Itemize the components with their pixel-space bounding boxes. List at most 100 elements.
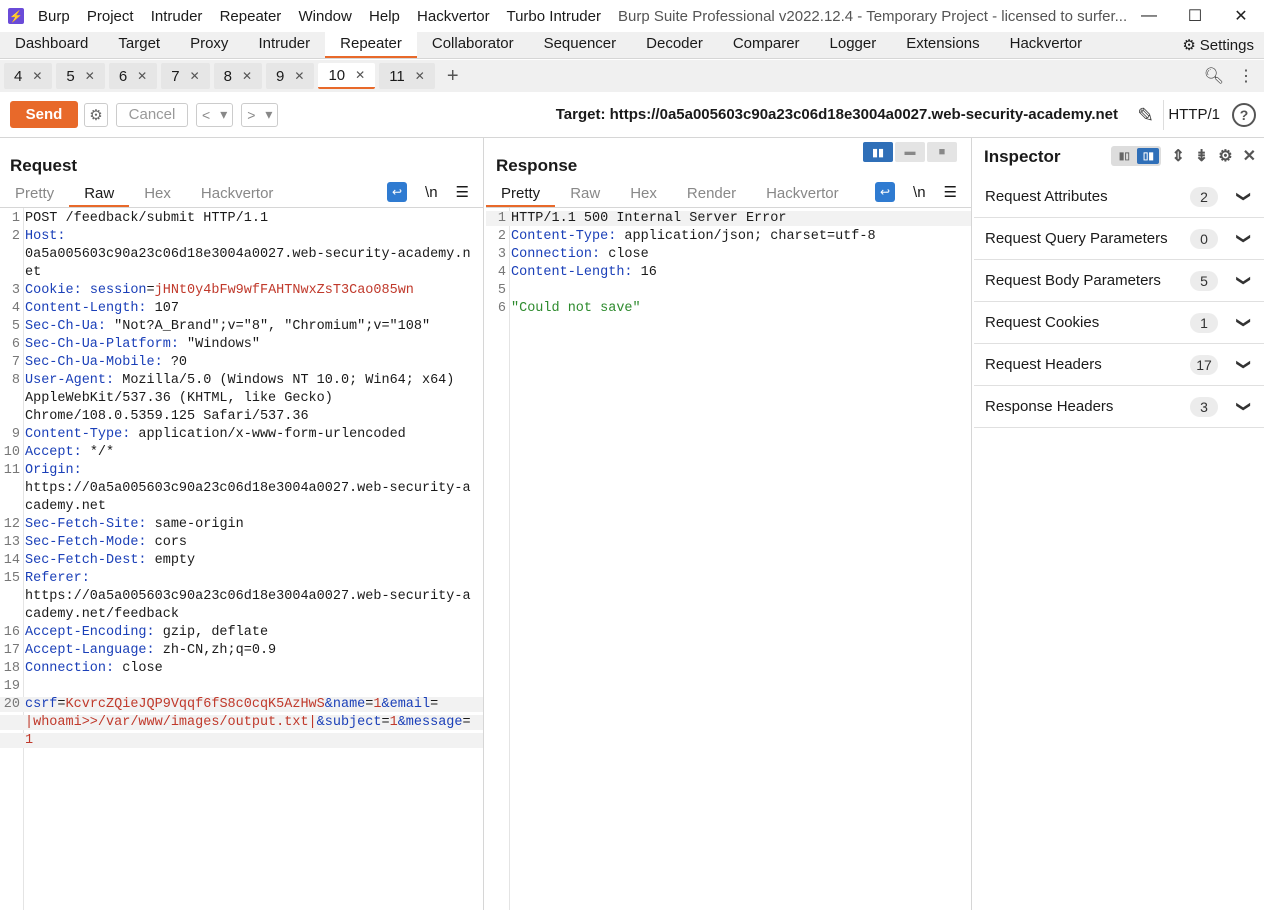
- cancel-button[interactable]: Cancel: [116, 102, 188, 127]
- back-arrow-icon[interactable]: <: [197, 107, 215, 123]
- close-inspector-icon[interactable]: ✕: [1243, 146, 1256, 166]
- tab-hackvertor[interactable]: Hackvertor: [995, 31, 1098, 58]
- request-tab-hex[interactable]: Hex: [129, 182, 186, 207]
- maximize-icon[interactable]: ☐: [1172, 0, 1218, 32]
- menu-hackvertor[interactable]: Hackvertor: [417, 8, 490, 25]
- repeater-tab-11[interactable]: 11 ✕: [379, 63, 435, 89]
- response-tab-pretty[interactable]: Pretty: [486, 182, 556, 207]
- settings-button[interactable]: ⚙ Settings: [1182, 32, 1254, 59]
- close-tab-icon[interactable]: ✕: [137, 69, 147, 83]
- history-forward-control[interactable]: > ▾: [241, 102, 279, 127]
- menu-help[interactable]: Help: [369, 8, 400, 25]
- header-value: same-origin: [146, 517, 244, 532]
- close-tab-icon[interactable]: ✕: [355, 68, 365, 82]
- chevron-down-icon[interactable]: ❯: [1236, 275, 1253, 287]
- menu-project[interactable]: Project: [87, 8, 134, 25]
- tab-target[interactable]: Target: [103, 31, 175, 58]
- menu-burp[interactable]: Burp: [38, 8, 70, 25]
- response-editor[interactable]: 1 HTTP/1.1 500 Internal Server Error 2 Con…: [486, 208, 971, 910]
- tab-proxy[interactable]: Proxy: [175, 31, 243, 58]
- inspector-row-request-attributes[interactable]: Request Attributes 2 ❯: [974, 176, 1264, 218]
- response-tab-hackvertor[interactable]: Hackvertor: [751, 182, 854, 207]
- help-icon[interactable]: ?: [1232, 103, 1256, 127]
- tab-sequencer[interactable]: Sequencer: [529, 31, 632, 58]
- menu-turbo-intruder[interactable]: Turbo Intruder: [506, 8, 601, 25]
- repeater-tab-4[interactable]: 4 ✕: [4, 63, 53, 89]
- history-back-control[interactable]: < ▾: [196, 102, 234, 127]
- repeater-tab-label: 5: [66, 67, 75, 85]
- search-icon[interactable]: 🔍︎: [1204, 66, 1224, 86]
- layout-stacked-icon[interactable]: ▬: [895, 142, 925, 162]
- request-tab-hackvertor[interactable]: Hackvertor: [186, 182, 289, 207]
- request-pane: Request Pretty Raw Hex Hackvertor ↩ \n ☰…: [0, 138, 484, 910]
- tab-repeater[interactable]: Repeater: [325, 31, 417, 58]
- inspector-row-response-headers[interactable]: Response Headers 3 ❯: [974, 386, 1264, 428]
- inspector-row-request-cookies[interactable]: Request Cookies 1 ❯: [974, 302, 1264, 344]
- inspector-layout-left-icon[interactable]: ▮▯: [1113, 148, 1135, 164]
- repeater-tab-5[interactable]: 5 ✕: [56, 63, 105, 89]
- http-version-toggle[interactable]: HTTP/1: [1168, 106, 1220, 123]
- divider: [1163, 100, 1164, 130]
- close-tab-icon[interactable]: ✕: [294, 69, 304, 83]
- chevron-down-icon[interactable]: ❯: [1236, 317, 1253, 329]
- inspector-row-label: Request Headers: [985, 356, 1102, 373]
- menu-repeater[interactable]: Repeater: [220, 8, 282, 25]
- tab-dashboard[interactable]: Dashboard: [0, 31, 103, 58]
- layout-tabs-icon[interactable]: ■: [927, 142, 957, 162]
- tab-logger[interactable]: Logger: [815, 31, 892, 58]
- tab-decoder[interactable]: Decoder: [631, 31, 718, 58]
- line-number: 10: [3, 445, 20, 460]
- tab-intruder[interactable]: Intruder: [243, 31, 325, 58]
- inspector-row-request-body-parameters[interactable]: Request Body Parameters 5 ❯: [974, 260, 1264, 302]
- forward-arrow-icon[interactable]: >: [242, 107, 260, 123]
- expand-all-icon[interactable]: ⇕: [1171, 146, 1184, 166]
- request-tab-raw[interactable]: Raw: [69, 182, 130, 207]
- collapse-all-icon[interactable]: ⇟: [1195, 146, 1208, 166]
- inspector-row-request-query-parameters[interactable]: Request Query Parameters 0 ❯: [974, 218, 1264, 260]
- close-tab-icon[interactable]: ✕: [242, 69, 252, 83]
- chevron-down-icon[interactable]: ❯: [1236, 191, 1253, 203]
- chevron-down-icon[interactable]: ❯: [1236, 233, 1253, 245]
- word-wrap-icon[interactable]: ↩: [875, 182, 896, 202]
- layout-side-by-side-icon[interactable]: ▮▮: [863, 142, 893, 162]
- word-wrap-icon[interactable]: ↩: [387, 182, 408, 202]
- chevron-down-icon[interactable]: ❯: [1236, 359, 1253, 371]
- inspector-layout-right-icon[interactable]: ▯▮: [1137, 148, 1160, 164]
- repeater-tab-10[interactable]: 10 ✕: [318, 63, 376, 89]
- repeater-tab-7[interactable]: 7 ✕: [161, 63, 210, 89]
- send-options-gear-icon[interactable]: ⚙: [84, 102, 108, 127]
- close-window-icon[interactable]: ✕: [1218, 0, 1264, 32]
- line-number: 6: [497, 301, 506, 316]
- close-tab-icon[interactable]: ✕: [85, 69, 95, 83]
- chevron-down-icon[interactable]: ❯: [1236, 401, 1253, 413]
- minimize-icon[interactable]: —: [1126, 0, 1172, 32]
- add-tab-icon[interactable]: +: [447, 65, 459, 88]
- menu-intruder[interactable]: Intruder: [151, 8, 203, 25]
- inspector-settings-gear-icon[interactable]: ⚙: [1218, 146, 1232, 166]
- inspector-row-request-headers[interactable]: Request Headers 17 ❯: [974, 344, 1264, 386]
- menu-icon[interactable]: ☰: [944, 183, 957, 201]
- request-editor[interactable]: 1 POST /feedback/submit HTTP/1.1 2 Host: 0…: [0, 208, 483, 910]
- newline-toggle[interactable]: \n: [913, 184, 926, 201]
- close-tab-icon[interactable]: ✕: [190, 69, 200, 83]
- repeater-tab-9[interactable]: 9 ✕: [266, 63, 315, 89]
- request-tab-pretty[interactable]: Pretty: [0, 182, 69, 207]
- send-button[interactable]: Send: [10, 101, 78, 128]
- tab-collaborator[interactable]: Collaborator: [417, 31, 529, 58]
- repeater-tab-8[interactable]: 8 ✕: [213, 63, 263, 89]
- close-tab-icon[interactable]: ✕: [32, 69, 42, 83]
- repeater-tab-6[interactable]: 6 ✕: [108, 63, 158, 89]
- tab-extensions[interactable]: Extensions: [891, 31, 994, 58]
- more-options-icon[interactable]: ⋮: [1238, 66, 1254, 86]
- tab-comparer[interactable]: Comparer: [718, 31, 815, 58]
- menu-icon[interactable]: ☰: [456, 183, 469, 201]
- close-tab-icon[interactable]: ✕: [415, 69, 425, 83]
- response-tab-render[interactable]: Render: [672, 182, 751, 207]
- chevron-down-icon[interactable]: ▾: [260, 106, 277, 123]
- chevron-down-icon[interactable]: ▾: [215, 106, 232, 123]
- newline-toggle[interactable]: \n: [425, 184, 438, 201]
- response-tab-hex[interactable]: Hex: [615, 182, 672, 207]
- response-tab-raw[interactable]: Raw: [555, 182, 615, 207]
- menu-window[interactable]: Window: [298, 8, 351, 25]
- edit-target-pencil-icon[interactable]: ✎: [1137, 103, 1154, 128]
